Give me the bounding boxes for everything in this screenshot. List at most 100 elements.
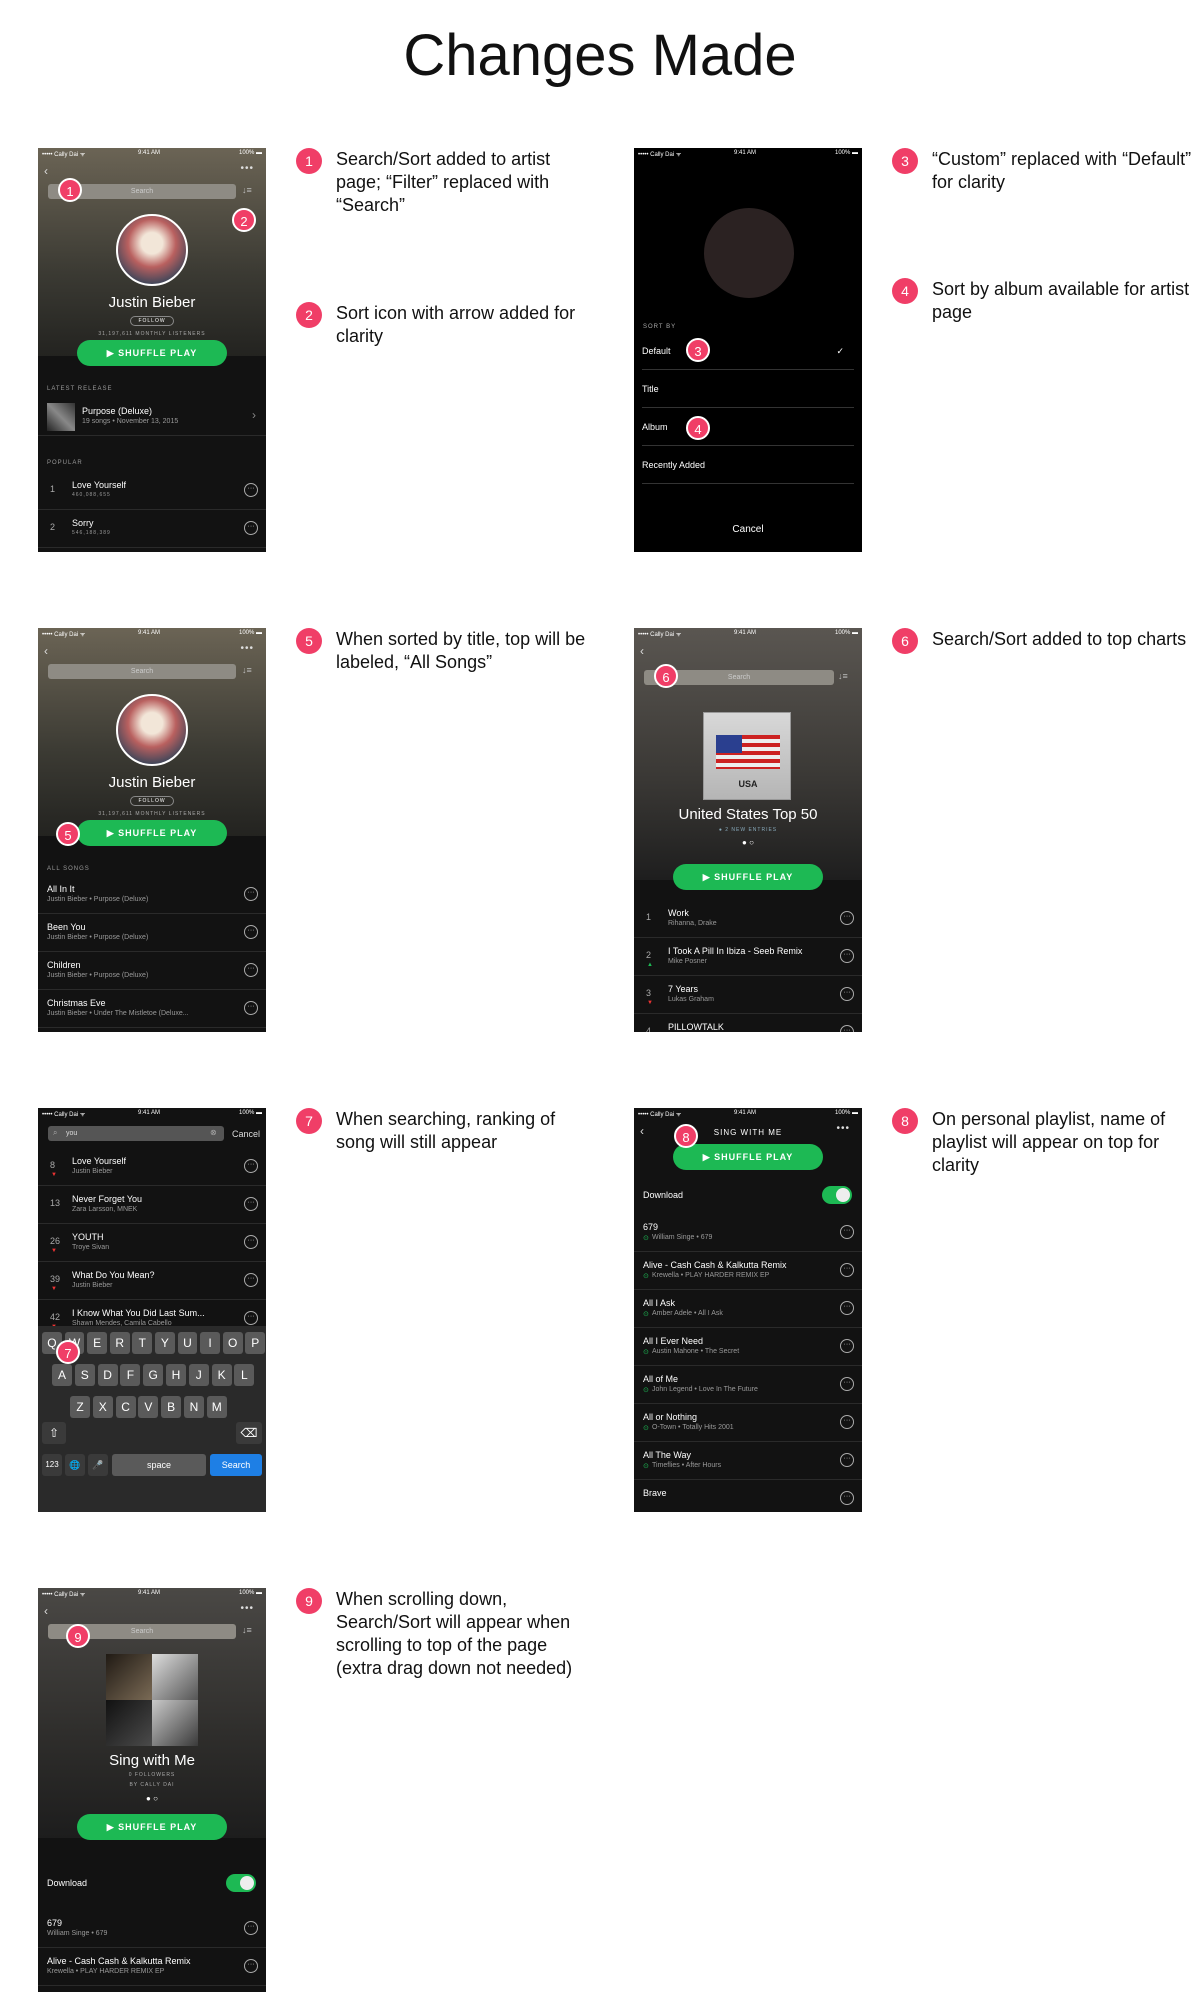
song-row[interactable]: All In It Justin Bieber • Purpose (Deluxe… [38,876,266,914]
download-toggle[interactable] [822,1186,852,1204]
sort-option-album[interactable]: Album [642,408,854,446]
cancel-button[interactable]: Cancel [634,524,862,535]
key-a[interactable]: A [52,1364,72,1386]
key-p[interactable]: P [245,1332,266,1354]
back-icon[interactable]: ‹ [44,644,48,658]
key-c[interactable]: C [115,1396,136,1418]
song-row[interactable]: 39 What Do You Mean? Justin Bieber ▼ ··· [38,1262,266,1300]
more-options-icon[interactable]: ··· [840,1301,854,1315]
song-row[interactable]: All I Ever Need Austin Mahone • The Secre… [634,1328,862,1366]
shift-key[interactable]: ⇧ [42,1422,66,1444]
song-row[interactable]: 1 Work Rihanna, Drake ··· [634,900,862,938]
cancel-button[interactable]: Cancel [232,1129,260,1139]
search-input[interactable]: you [48,1126,224,1141]
key-b[interactable]: B [161,1396,182,1418]
key-g[interactable]: G [143,1364,164,1386]
more-options-icon[interactable]: ··· [840,1453,854,1467]
space-key[interactable]: space [112,1454,206,1476]
more-options-icon[interactable]: ··· [840,1225,854,1239]
back-icon[interactable]: ‹ [44,164,48,178]
more-options-icon[interactable]: ··· [840,949,854,963]
key-e[interactable]: E [87,1332,107,1354]
song-row[interactable]: 1 Love Yourself 460,088,655 ··· [38,472,266,510]
sort-icon[interactable]: ↓≡ [242,665,256,677]
key-d[interactable]: D [97,1364,118,1386]
more-options-icon[interactable]: ··· [244,1001,258,1015]
more-options-icon[interactable]: ··· [244,521,258,535]
song-row[interactable]: Alive - Cash Cash & Kalkutta Remix Krewel… [634,1252,862,1290]
sort-option-title[interactable]: Title [642,370,854,408]
song-row[interactable]: 679 William Singe • 679 ⊙ ··· [634,1214,862,1252]
follow-button[interactable]: FOLLOW [130,316,174,326]
song-row[interactable]: 26 YOUTH Troye Sivan ▼ ··· [38,1224,266,1262]
back-icon[interactable]: ‹ [44,1604,48,1618]
more-options-icon[interactable]: ··· [840,987,854,1001]
delete-key[interactable]: ⌫ [236,1422,262,1444]
more-options-icon[interactable]: ··· [244,925,258,939]
more-icon[interactable]: ••• [240,643,254,654]
song-row[interactable]: All of Me John Legend • Love In The Futur… [634,1366,862,1404]
key-s[interactable]: S [74,1364,95,1386]
song-row[interactable]: 4 PILLOWTALK ··· [634,1014,862,1032]
key-t[interactable]: T [132,1332,153,1354]
more-options-icon[interactable]: ··· [244,1921,258,1935]
key-z[interactable]: Z [70,1396,90,1418]
search-key[interactable]: Search [210,1454,262,1476]
microphone-icon[interactable]: 🎤 [88,1454,108,1476]
song-row[interactable]: 679 William Singe • 679 ··· [38,1910,266,1948]
shuffle-play-button[interactable]: ▶ SHUFFLE PLAY [77,1814,227,1840]
sort-option-default[interactable]: Default ✓ [642,332,854,370]
numbers-key[interactable]: 123 [42,1454,62,1476]
key-f[interactable]: F [120,1364,141,1386]
key-j[interactable]: J [188,1364,209,1386]
song-row[interactable]: All The Way Timeflies • After Hours ⊙ ··· [634,1442,862,1480]
key-x[interactable]: X [92,1396,113,1418]
song-row[interactable]: Brave ··· [634,1480,862,1512]
key-l[interactable]: L [234,1364,255,1386]
more-options-icon[interactable]: ··· [244,1311,258,1325]
song-row[interactable]: All or Nothing O-Town • Totally Hits 2001… [634,1404,862,1442]
more-options-icon[interactable]: ··· [244,963,258,977]
key-u[interactable]: U [177,1332,198,1354]
globe-icon[interactable]: 🌐 [65,1454,85,1476]
more-icon[interactable]: ••• [240,1603,254,1614]
key-k[interactable]: K [211,1364,232,1386]
follow-button[interactable]: FOLLOW [130,796,174,806]
key-y[interactable]: Y [155,1332,175,1354]
download-toggle[interactable] [226,1874,256,1892]
more-options-icon[interactable]: ··· [244,483,258,497]
more-options-icon[interactable]: ··· [840,1415,854,1429]
sort-icon[interactable]: ↓≡ [838,671,852,683]
song-row[interactable]: 8 Love Yourself Justin Bieber ▼ ··· [38,1148,266,1186]
more-options-icon[interactable]: ··· [840,1377,854,1391]
song-row[interactable]: Christmas Eve Justin Bieber • Under The M… [38,990,266,1028]
more-options-icon[interactable]: ··· [244,887,258,901]
shuffle-play-button[interactable]: ▶ SHUFFLE PLAY [673,1144,823,1170]
song-row[interactable]: Been You Justin Bieber • Purpose (Deluxe)… [38,914,266,952]
more-icon[interactable]: ••• [240,163,254,174]
key-o[interactable]: O [222,1332,243,1354]
key-v[interactable]: V [138,1396,159,1418]
shuffle-play-button[interactable]: ▶ SHUFFLE PLAY [77,340,227,366]
clear-icon[interactable]: ⊗ [210,1128,217,1137]
more-options-icon[interactable]: ··· [244,1235,258,1249]
song-row[interactable]: Alive - Cash Cash & Kalkutta Remix Krewel… [38,1948,266,1986]
more-options-icon[interactable]: ··· [244,1959,258,1973]
key-m[interactable]: M [206,1396,227,1418]
sort-icon[interactable]: ↓≡ [242,185,256,197]
song-row[interactable]: 2 Sorry 546,188,389 ··· [38,510,266,548]
sort-icon[interactable]: ↓≡ [242,1625,256,1637]
key-r[interactable]: R [109,1332,130,1354]
song-row[interactable]: All I Ask Amber Adele • All I Ask ⊙ ··· [634,1290,862,1328]
more-options-icon[interactable]: ··· [840,911,854,925]
key-i[interactable]: I [200,1332,220,1354]
more-options-icon[interactable]: ··· [244,1197,258,1211]
search-input[interactable]: Search [48,664,236,679]
song-row[interactable]: Children Justin Bieber • Purpose (Deluxe)… [38,952,266,990]
more-options-icon[interactable]: ··· [840,1339,854,1353]
more-options-icon[interactable]: ··· [840,1025,854,1032]
back-icon[interactable]: ‹ [640,644,644,658]
more-options-icon[interactable]: ··· [244,1159,258,1173]
more-options-icon[interactable]: ··· [840,1263,854,1277]
song-row[interactable]: 2I Took A Pill In Ibiza - Seeb Remix Mike… [634,938,862,976]
